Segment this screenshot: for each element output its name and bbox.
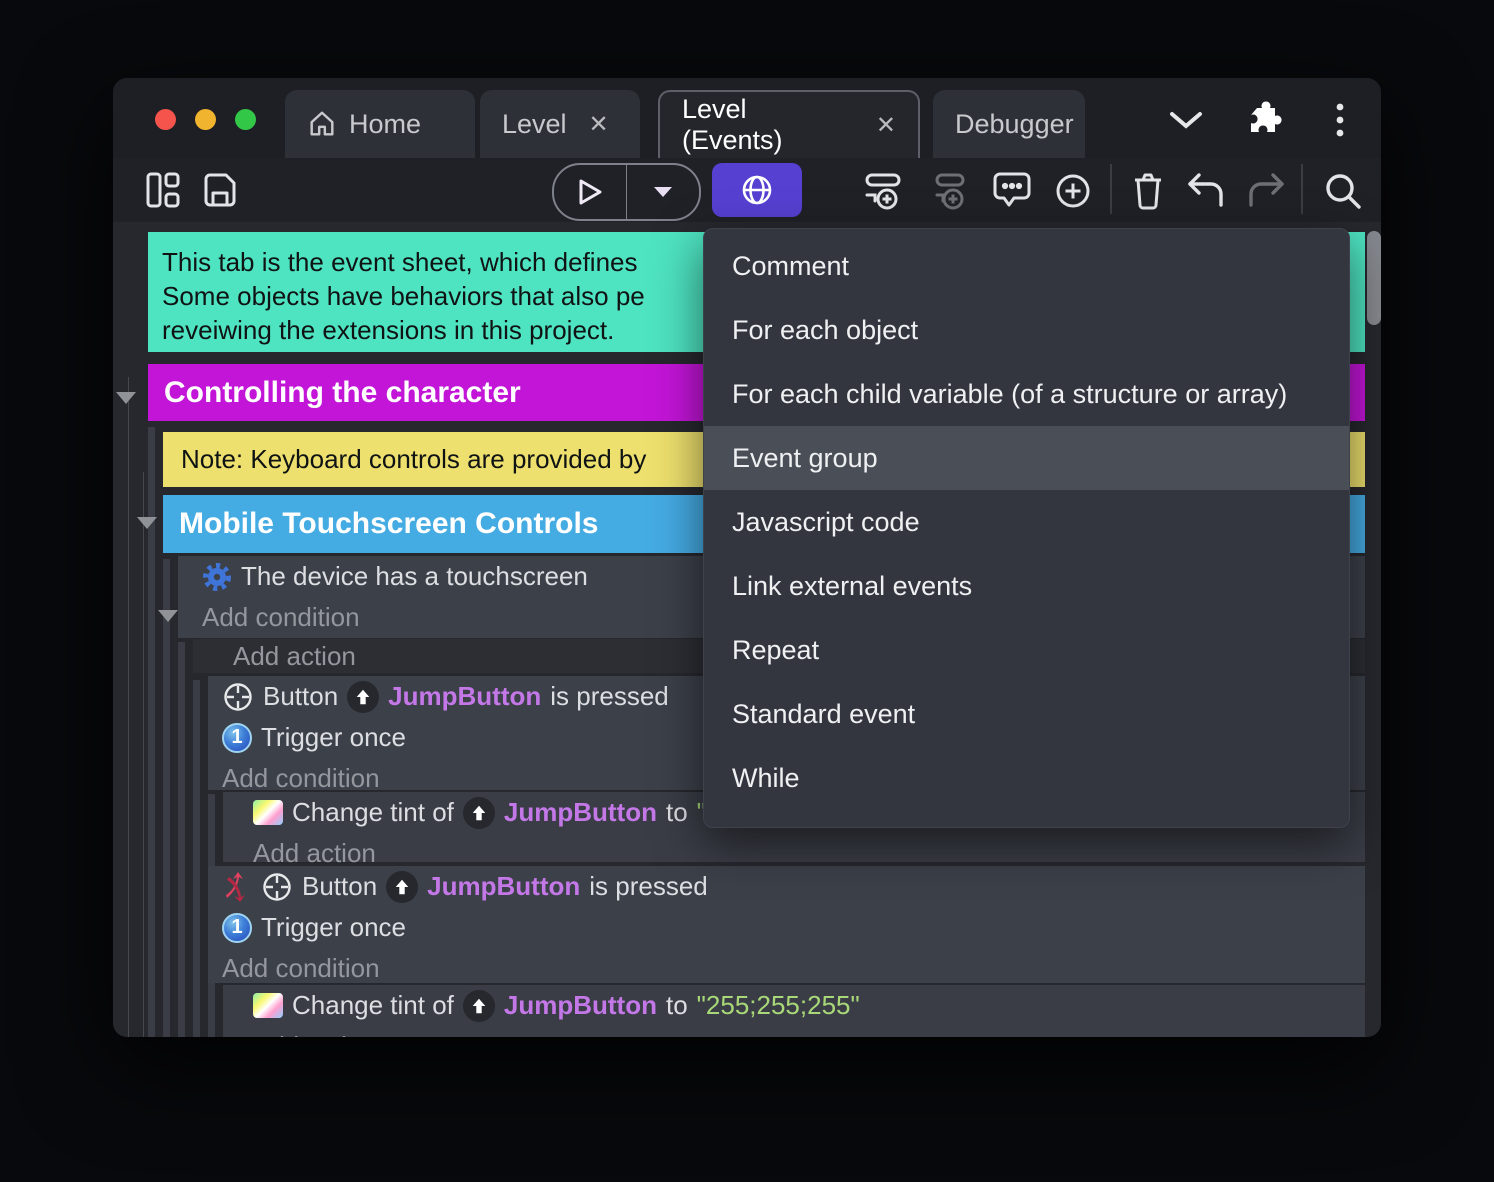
tab-debugger[interactable]: Debugger	[933, 90, 1085, 158]
jumpbutton-sprite-icon	[462, 796, 495, 829]
add-condition-link[interactable]: Add condition	[208, 948, 1365, 989]
indent-guide	[143, 472, 144, 1037]
trigger-once-icon: 1	[222, 912, 252, 943]
menu-item-event-group[interactable]: Event group	[704, 426, 1349, 490]
add-action-link[interactable]: Add action	[223, 1026, 1365, 1037]
add-comment-icon[interactable]	[991, 171, 1033, 211]
gamepad-icon	[261, 871, 293, 903]
collapse-arrow-icon[interactable]	[137, 517, 157, 529]
group-title: Mobile Touchscreen Controls	[179, 507, 599, 540]
tab-home[interactable]: Home	[285, 90, 475, 158]
menu-item-javascript-code[interactable]: Javascript code	[704, 490, 1349, 554]
collapse-arrow-icon[interactable]	[116, 392, 136, 404]
kebab-menu-icon[interactable]	[1335, 102, 1345, 138]
add-subevent-icon[interactable]	[929, 171, 973, 211]
chevron-down-icon[interactable]	[1168, 110, 1204, 130]
layout-panels-icon[interactable]	[145, 171, 181, 209]
menu-item-for-each-object[interactable]: For each object	[704, 298, 1349, 362]
condition-text: The device has a touchscreen	[241, 561, 588, 591]
menu-item-standard-event[interactable]: Standard event	[704, 682, 1349, 746]
play-dropdown-button[interactable]	[627, 165, 699, 219]
title-bar: Home Level ✕ Level (Events) ✕ Debugger	[113, 78, 1381, 158]
add-event-context-menu: Comment For each object For each child v…	[703, 228, 1350, 828]
search-icon[interactable]	[1323, 171, 1363, 211]
action-change-tint-2[interactable]: Change tint of JumpButton to "255;255;25…	[223, 985, 1365, 1037]
menu-item-for-each-child-variable[interactable]: For each child variable (of a structure …	[704, 362, 1349, 426]
toolbar	[113, 158, 1381, 222]
collapse-arrow-icon[interactable]	[158, 610, 178, 622]
trigger-once-icon: 1	[222, 722, 252, 753]
play-button[interactable]	[554, 165, 626, 219]
traffic-zoom-button[interactable]	[235, 109, 256, 130]
save-icon[interactable]	[201, 171, 239, 209]
tab-label: Home	[349, 108, 422, 139]
jumpbutton-sprite-icon	[347, 680, 380, 713]
add-event-icon[interactable]	[865, 171, 909, 211]
tab-label: Level (Events)	[682, 94, 783, 155]
note-text: Note: Keyboard controls are provided by	[181, 444, 647, 474]
delete-icon[interactable]	[1129, 171, 1167, 211]
invert-condition-icon	[222, 871, 252, 903]
event-rail	[193, 680, 200, 1037]
indent-guide	[128, 377, 129, 1037]
tab-level[interactable]: Level ✕	[480, 90, 640, 158]
event-rail	[178, 642, 185, 1037]
preview-split-button	[552, 163, 701, 221]
gamepad-icon	[222, 681, 254, 713]
tab-label: Level	[502, 108, 567, 139]
menu-item-link-external-events[interactable]: Link external events	[704, 554, 1349, 618]
app-window: Home Level ✕ Level (Events) ✕ Debugger T…	[113, 78, 1381, 1037]
close-tab-icon[interactable]: ✕	[876, 111, 896, 140]
tint-icon	[253, 993, 283, 1018]
jumpbutton-sprite-icon	[462, 989, 495, 1022]
menu-item-comment[interactable]: Comment	[704, 234, 1349, 298]
globe-icon	[739, 172, 775, 208]
tab-label: Debugger	[955, 108, 1074, 139]
close-tab-icon[interactable]: ✕	[589, 110, 609, 139]
group-rail	[163, 559, 170, 1037]
traffic-minimize-button[interactable]	[195, 109, 216, 130]
vertical-scrollbar[interactable]	[1367, 231, 1381, 325]
undo-icon[interactable]	[1185, 171, 1227, 211]
toolbar-divider	[1301, 164, 1303, 214]
group-title: Controlling the character	[164, 375, 521, 409]
menu-item-while[interactable]: While	[704, 746, 1349, 810]
add-action-icon[interactable]	[1053, 171, 1093, 211]
toolbar-divider	[1110, 164, 1112, 214]
jumpbutton-sprite-icon	[386, 870, 419, 903]
menu-item-repeat[interactable]: Repeat	[704, 618, 1349, 682]
remote-preview-button[interactable]	[712, 163, 802, 217]
traffic-close-button[interactable]	[155, 109, 176, 130]
gear-icon	[202, 562, 232, 592]
tab-level-events[interactable]: Level (Events) ✕	[658, 90, 920, 158]
home-icon	[307, 109, 337, 139]
redo-icon[interactable]	[1245, 171, 1287, 211]
event-jumpbutton-not-pressed[interactable]: Button JumpButton is pressed 1 Trigger o…	[208, 866, 1365, 983]
tint-icon	[253, 800, 283, 825]
addons-puzzle-icon[interactable]	[1243, 100, 1283, 140]
